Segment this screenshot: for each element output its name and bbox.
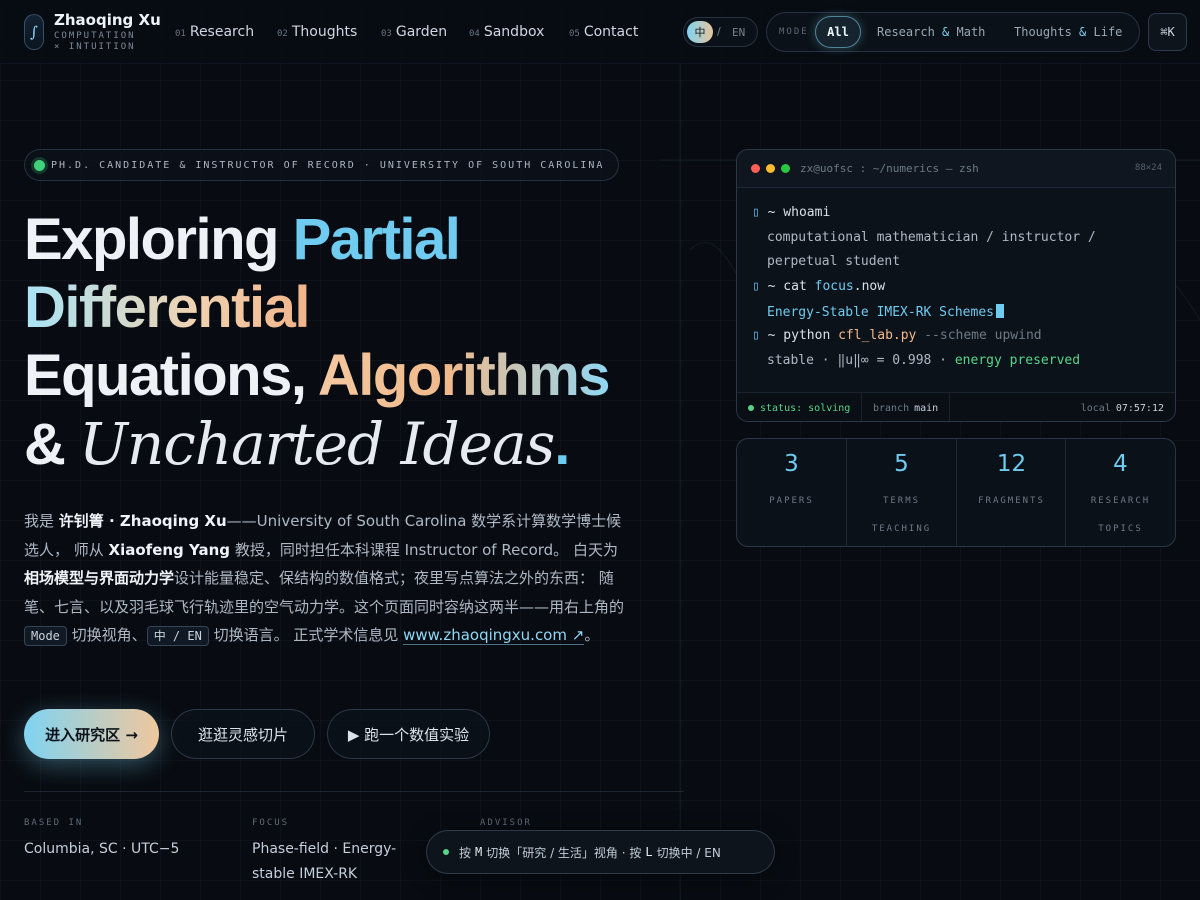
stat-terms-teaching: 5 TERMS TEACHING xyxy=(871,451,932,534)
mode-option-all[interactable]: All xyxy=(815,16,861,48)
meta-label-based-in: BASED IN xyxy=(24,818,84,828)
mode-switcher: MODE All Research & Math Thoughts & Life xyxy=(766,12,1140,52)
run-experiment-button[interactable]: ▶ 跑一个数值实验 xyxy=(327,709,490,759)
status-dot-icon xyxy=(443,849,449,855)
hero-headline: Exploring Partial Differential Equations… xyxy=(24,207,611,478)
meta-label-advisor: ADVISOR xyxy=(480,818,532,828)
nav-link-contact[interactable]: 05 Contact xyxy=(569,24,638,40)
stat-fragments: 12 FRAGMENTS xyxy=(978,451,1045,506)
mode-key-hint: Mode xyxy=(24,626,67,647)
brand-name[interactable]: Zhaoqing Xu xyxy=(54,11,161,29)
terminal-window: zx@uofsc : ~/numerics — zsh 88×24 ▯ ~ wh… xyxy=(736,149,1176,422)
lang-key-hint: 中 / EN xyxy=(146,626,209,647)
lang-option-zh[interactable]: 中 xyxy=(687,21,713,43)
browse-fragments-button[interactable]: 逛逛灵感切片 xyxy=(171,709,315,759)
enter-research-button[interactable]: 进入研究区 → xyxy=(24,709,159,759)
keyboard-hint-toast: 按 M 切换「研究 / 生活」视角 · 按 L 切换中 / EN xyxy=(426,830,775,874)
mode-option-research-math[interactable]: Research & Math xyxy=(877,25,985,39)
terminal-output: Energy-Stable IMEX-RK Schemes xyxy=(767,304,1004,320)
terminal-output: perpetual student xyxy=(767,254,901,269)
stat-research-topics: 4 RESEARCH TOPICS xyxy=(1090,451,1151,534)
nav-link-thoughts[interactable]: 02 Thoughts xyxy=(277,24,357,40)
status-dot-icon xyxy=(748,405,754,411)
meta-label-focus: FOCUS xyxy=(252,818,290,828)
hero-intro: 我是 许钊箐 · Zhaoqing Xu——University of Sout… xyxy=(24,512,625,647)
academic-site-link[interactable]: www.zhaoqingxu.com ↗ xyxy=(403,626,585,646)
stats-panel: 3 PAPERS 5 TERMS TEACHING 12 FRAGMENTS 4… xyxy=(736,438,1176,547)
meta-value-based-in: Columbia, SC · UTC−5 xyxy=(24,841,180,857)
terminal-branch: branch main xyxy=(873,402,939,414)
meta-value-focus: Phase-field · Energy-stable IMEX-RK xyxy=(252,841,397,882)
terminal-status: status: solving xyxy=(748,393,850,421)
terminal-titlebar: zx@uofsc : ~/numerics — zsh 88×24 xyxy=(737,150,1175,188)
logo-icon[interactable]: ∫ xyxy=(24,14,44,50)
lang-option-en[interactable]: EN xyxy=(732,26,745,39)
terminal-clock: local 07:57:12 xyxy=(1080,402,1164,414)
mode-option-thoughts-life[interactable]: Thoughts & Life xyxy=(1014,25,1122,39)
terminal-command: ▯ ~ python cfl_lab.py --scheme upwind xyxy=(752,328,1042,343)
lang-separator: / xyxy=(717,25,721,38)
terminal-cursor xyxy=(995,304,1004,318)
close-dot-icon xyxy=(751,164,760,173)
terminal-size: 88×24 xyxy=(1134,163,1162,173)
command-palette-button[interactable]: ⌘K xyxy=(1148,13,1187,51)
status-dot-icon xyxy=(34,160,45,171)
top-nav: ∫ Zhaoqing Xu COMPUTATION × INTUITION 01… xyxy=(0,0,1200,64)
brand-tagline: COMPUTATION × INTUITION xyxy=(54,31,136,52)
terminal-command: ▯ ~ cat focus.now xyxy=(752,279,886,294)
maximize-dot-icon xyxy=(781,164,790,173)
terminal-statusbar: status: solving branch main local 07:57:12 xyxy=(737,392,1175,421)
stat-papers: 3 PAPERS xyxy=(769,451,814,506)
role-badge: PH.D. CANDIDATE & INSTRUCTOR OF RECORD ·… xyxy=(24,149,620,181)
minimize-dot-icon xyxy=(766,164,775,173)
terminal-title: zx@uofsc : ~/numerics — zsh xyxy=(800,162,979,175)
terminal-output: stable · ‖u‖∞ = 0.998 · energy preserved xyxy=(767,353,1081,368)
nav-link-sandbox[interactable]: 04 Sandbox xyxy=(469,24,544,40)
language-toggle[interactable]: 中 / EN xyxy=(683,17,758,47)
nav-link-research[interactable]: 01 Research xyxy=(175,24,254,40)
meta-divider xyxy=(24,791,684,792)
terminal-command: ▯ ~ whoami xyxy=(752,205,831,220)
terminal-output: computational mathematician / instructor… xyxy=(767,230,1096,245)
nav-link-garden[interactable]: 03 Garden xyxy=(381,24,447,40)
mode-label: MODE xyxy=(779,27,809,37)
